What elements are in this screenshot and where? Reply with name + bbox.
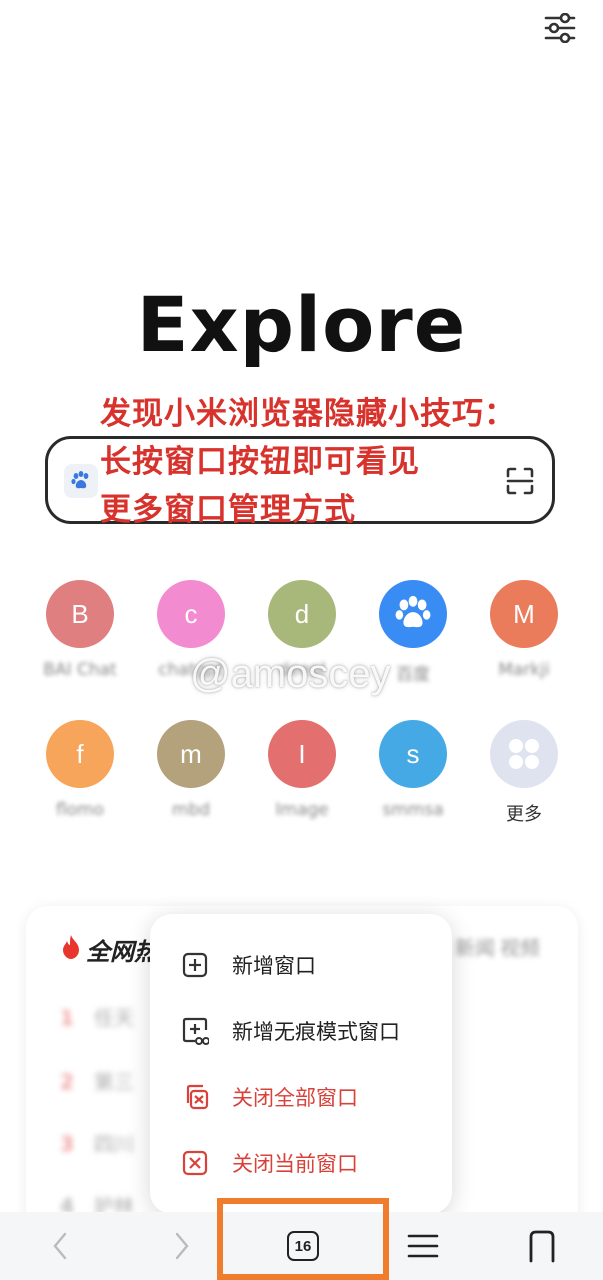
hamburger-icon — [407, 1234, 439, 1258]
shortcut-image[interactable]: I Image — [252, 720, 352, 820]
chevron-left-icon — [53, 1232, 67, 1260]
incognito-add-icon — [180, 1016, 210, 1046]
hot-row[interactable]: 1 任天 — [60, 1002, 134, 1031]
menu-new-window[interactable]: 新增窗口 — [180, 950, 316, 980]
sliders-icon — [544, 13, 576, 43]
shortcut-label: flomo — [55, 800, 105, 820]
shortcut-label: mbd — [171, 800, 211, 820]
hot-row[interactable]: 2 第三 — [60, 1066, 134, 1095]
close-all-windows-icon — [180, 1082, 210, 1112]
shortcut-label: 更多 — [506, 804, 542, 825]
home-button[interactable] — [520, 1222, 564, 1270]
baidu-paw-icon — [395, 595, 431, 628]
shortcut-avatar — [379, 580, 447, 648]
chevron-right-icon — [175, 1232, 189, 1260]
menu-button[interactable] — [400, 1222, 446, 1270]
baidu-paw-icon — [71, 471, 89, 489]
shortcut-label: Image — [275, 800, 329, 820]
shortcut-more[interactable]: 更多 — [474, 720, 574, 826]
menu-item-label: 新增窗口 — [232, 954, 316, 978]
shortcut-avatar — [490, 720, 558, 788]
shortcut-avatar: B — [46, 580, 114, 648]
shortcut-flomo[interactable]: f flomo — [30, 720, 130, 820]
menu-close-current-window[interactable]: 关闭当前窗口 — [180, 1148, 358, 1178]
shortcut-mbd[interactable]: m mbd — [141, 720, 241, 820]
shortcut-label: Markji — [498, 660, 550, 680]
annotation-line-1: 发现小米浏览器隐藏小技巧： — [100, 396, 516, 432]
menu-item-label: 新增无痕模式窗口 — [232, 1020, 400, 1044]
menu-close-all-windows[interactable]: 关闭全部窗口 — [180, 1082, 358, 1112]
fire-icon — [60, 934, 82, 964]
shortcut-smmsa[interactable]: s smmsa — [363, 720, 463, 820]
shortcut-bai-chat[interactable]: B BAI Chat — [30, 580, 130, 680]
menu-item-label: 关闭当前窗口 — [232, 1152, 358, 1176]
shortcut-markji[interactable]: M Markji — [474, 580, 574, 680]
forward-button[interactable] — [162, 1222, 202, 1270]
scan-button[interactable] — [505, 466, 535, 496]
settings-button[interactable] — [540, 8, 580, 48]
back-button[interactable] — [40, 1222, 80, 1270]
shortcut-avatar: f — [46, 720, 114, 788]
hot-row[interactable]: 3 四川 — [60, 1128, 134, 1157]
tabs-button-highlight — [217, 1198, 389, 1280]
shortcut-avatar: d — [268, 580, 336, 648]
hot-tab[interactable]: 新闻 — [455, 932, 495, 961]
menu-item-label: 关闭全部窗口 — [232, 1086, 358, 1110]
annotation-line-3: 更多窗口管理方式 — [100, 492, 356, 528]
shortcut-avatar: c — [157, 580, 225, 648]
shortcut-avatar: m — [157, 720, 225, 788]
shortcut-avatar: M — [490, 580, 558, 648]
watermark: @amoscey — [190, 652, 391, 696]
shortcut-avatar: I — [268, 720, 336, 788]
hot-list-title: 全网热 — [86, 938, 158, 966]
shortcut-label: BAI Chat — [43, 660, 117, 680]
shortcut-label: smmsa — [382, 800, 444, 820]
plus-square-icon — [180, 950, 210, 980]
explore-logo: Explore — [136, 280, 467, 369]
scan-icon — [506, 467, 534, 495]
menu-new-incognito-window[interactable]: 新增无痕模式窗口 — [180, 1016, 400, 1046]
grid-dots-icon — [509, 739, 539, 769]
close-window-icon — [180, 1148, 210, 1178]
hot-tab[interactable]: 视频 — [500, 932, 540, 961]
home-icon — [529, 1230, 555, 1263]
annotation-line-2: 长按窗口按钮即可看见 — [100, 444, 420, 480]
shortcut-avatar: s — [379, 720, 447, 788]
search-engine-button[interactable] — [64, 464, 98, 498]
